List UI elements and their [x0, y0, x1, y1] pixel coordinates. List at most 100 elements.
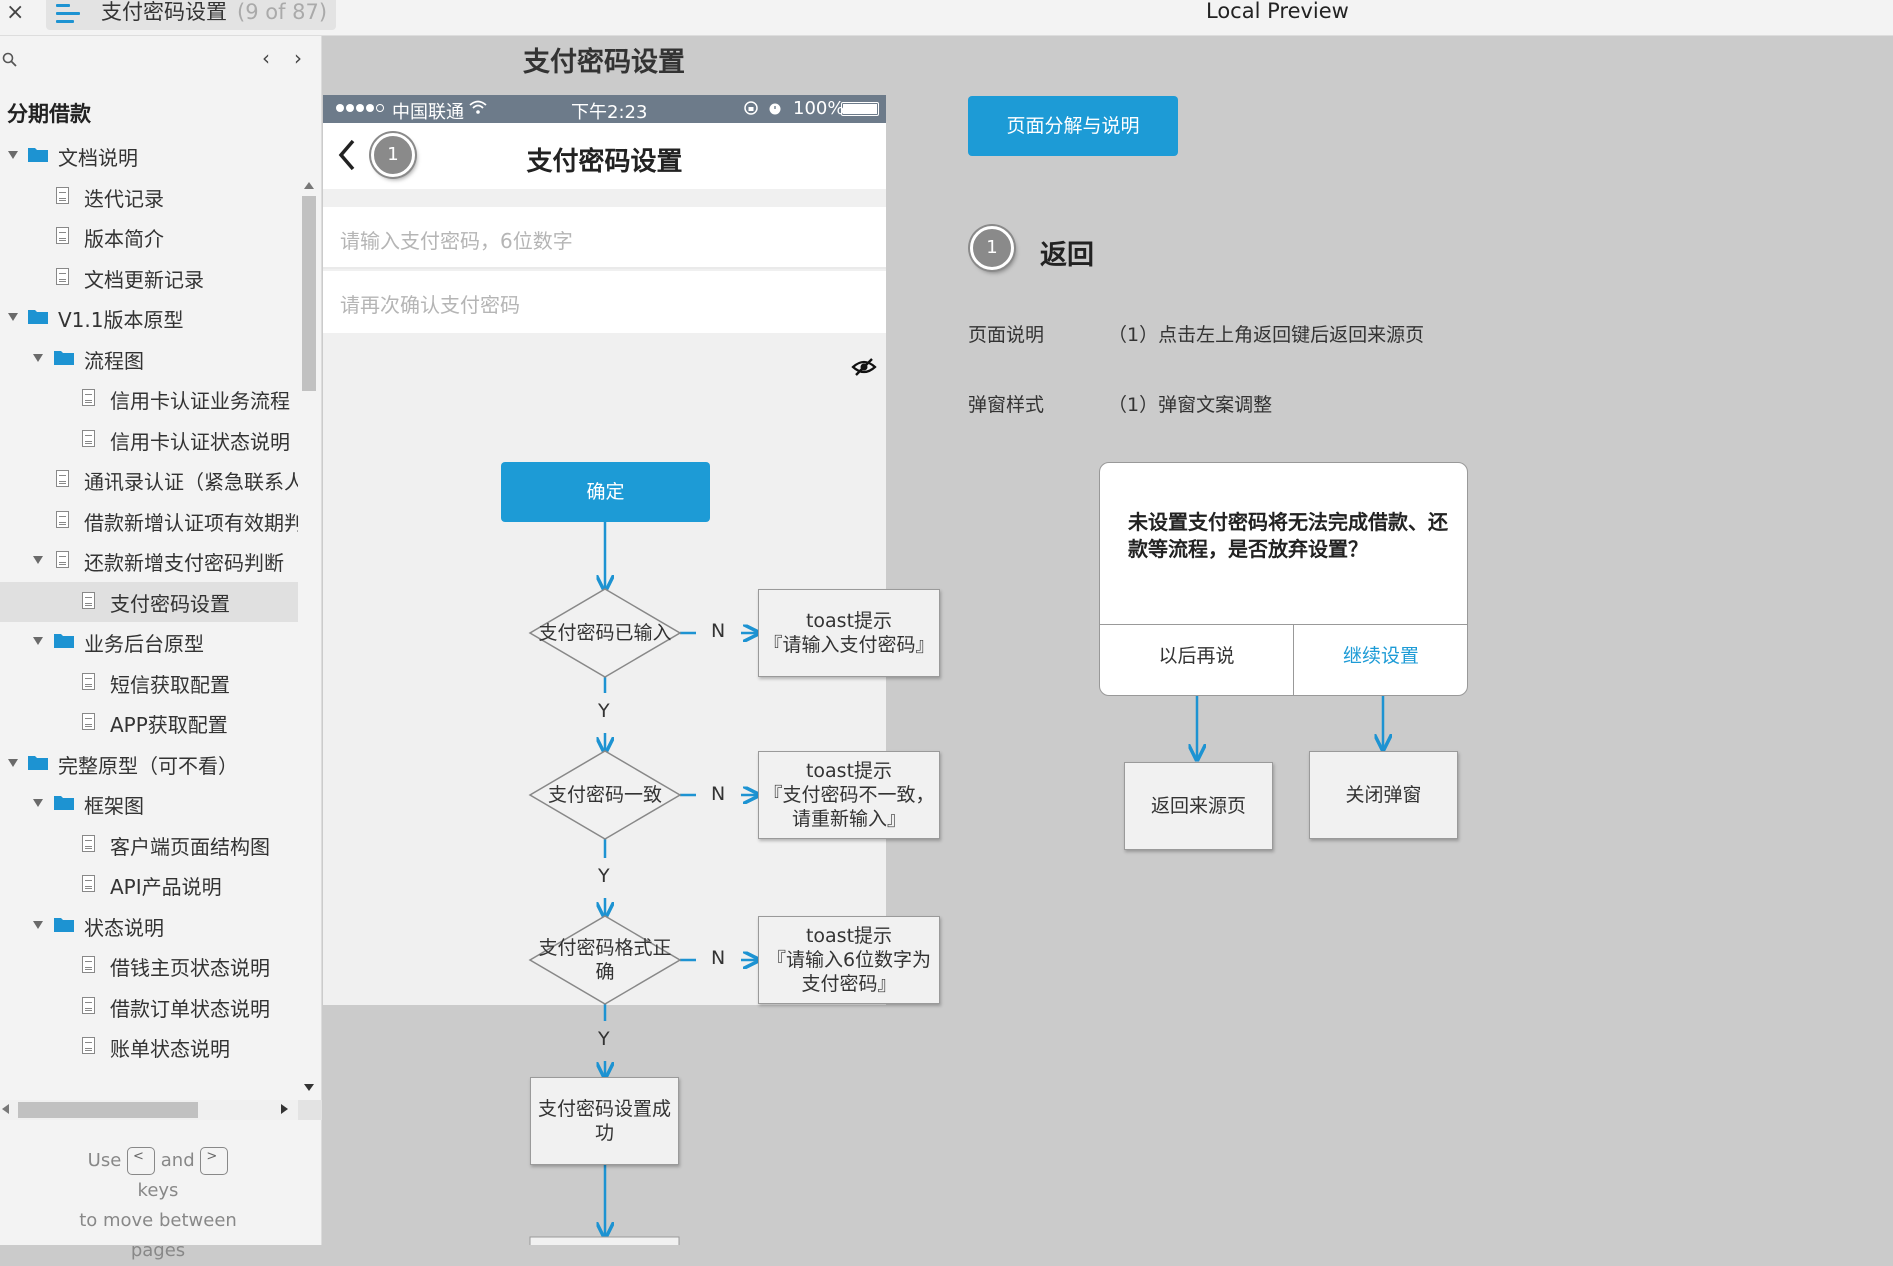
sidebar-item[interactable]: 信用卡认证状态说明 [0, 420, 298, 460]
scroll-right-arrow-icon[interactable] [281, 1104, 288, 1114]
horizontal-scroll-thumb[interactable] [18, 1102, 198, 1118]
sidebar-item[interactable]: 通讯录认证（紧急联系人 [0, 460, 298, 500]
sidebar-item[interactable]: 状态说明 [0, 906, 298, 946]
page-tree: 文档说明 迭代记录 版本简介 文档更新记录 V1.1版本原型 流程图信用卡认证业务流程信用… [0, 136, 298, 1096]
sidebar-item-label: 通讯录认证（紧急联系人 [84, 470, 298, 494]
return-source-box: 返回来源页 [1124, 762, 1273, 850]
scroll-left-arrow-icon[interactable] [2, 1104, 9, 1114]
decision-1-label: 支付密码已输入 [538, 622, 672, 644]
expand-caret-icon[interactable] [8, 151, 18, 159]
sidebar-item[interactable]: API产品说明 [0, 865, 298, 905]
sidebar-item[interactable]: 文档更新记录 [0, 258, 298, 298]
password-confirm-input[interactable]: 请再次确认支付密码 [323, 271, 886, 333]
no-label-3: N [711, 947, 726, 969]
success-line2: 功 [594, 1122, 614, 1144]
yes-label-3: Y [598, 1028, 610, 1050]
page-icon [56, 551, 69, 568]
sidebar-item-label: API产品说明 [110, 875, 222, 899]
expand-caret-icon[interactable] [33, 637, 43, 645]
sidebar-item[interactable]: 借款新增认证项有效期判断 [0, 501, 298, 541]
password-input[interactable]: 请输入支付密码，6位数字 [323, 207, 886, 269]
scroll-thumb[interactable] [302, 196, 316, 391]
search-icon[interactable] [2, 52, 18, 68]
nav-title: 支付密码设置 [526, 147, 683, 177]
sidebar-item-label: 状态说明 [84, 915, 164, 940]
sidebar-item[interactable]: 迭代记录 [0, 177, 298, 217]
next-key-icon: > [200, 1147, 229, 1175]
folder-icon [54, 634, 74, 648]
page-icon [82, 996, 95, 1014]
sidebar-item[interactable]: 短信获取配置 [0, 663, 298, 703]
decision-2-label: 支付密码一致 [547, 784, 662, 806]
later-button[interactable]: 以后再说 [1100, 641, 1293, 668]
navigation-bar: 1 支付密码设置 [323, 123, 886, 189]
sidebar-item[interactable]: APP获取配置 [0, 703, 298, 743]
folder-icon [28, 148, 48, 162]
sidebar-item[interactable]: 信用卡认证业务流程 [0, 379, 298, 419]
scroll-down-arrow-icon[interactable] [304, 1084, 314, 1091]
menu-icon[interactable] [56, 4, 84, 24]
toast-2-line1: toast提示 [805, 760, 893, 782]
sidebar-item-label: 框架图 [84, 794, 144, 818]
folder-icon [54, 917, 74, 932]
sidebar-heading: 分期借款 [7, 102, 91, 126]
sidebar-item[interactable]: 完整原型（可不看） [0, 744, 298, 784]
previous-page-button[interactable]: ‹ [262, 48, 270, 68]
toast-box-3: toast提示 『请输入6位数字为 支付密码』 [758, 916, 940, 1004]
page-count: (9 of 87) [237, 0, 328, 24]
page-icon [82, 713, 95, 730]
toast-3-line1: toast提示 [805, 925, 893, 947]
decision-3-line1: 支付密码格式正 [538, 937, 672, 959]
sidebar: ‹ › 分期借款 文档说明 迭代记录 版本简介 文档更新记录 V1.1版本原型 流程图信用… [0, 36, 322, 1261]
sidebar-item[interactable]: 还款新增支付密码判断 [0, 541, 298, 581]
help-use: Use [87, 1150, 122, 1171]
alarm-icon [769, 103, 781, 115]
sidebar-item-label: 信用卡认证业务流程 [110, 389, 290, 413]
sidebar-item[interactable]: 支付密码设置 [0, 581, 298, 622]
sidebar-item[interactable]: 借款订单状态说明 [0, 987, 298, 1027]
help-and: and [160, 1150, 195, 1171]
page-icon [82, 672, 95, 690]
scroll-up-arrow-icon[interactable] [304, 182, 314, 189]
desc-label-page: 页面说明 [968, 324, 1045, 346]
sidebar-item[interactable]: V1.1版本原型 [0, 298, 298, 338]
confirm-button[interactable]: 确定 [501, 462, 710, 522]
sidebar-item[interactable]: 框架图 [0, 784, 298, 824]
sidebar-item[interactable]: 账单状态说明 [0, 1027, 298, 1067]
expand-caret-icon[interactable] [8, 758, 18, 767]
page-icon [56, 470, 69, 487]
sidebar-item[interactable]: 流程图 [0, 339, 298, 379]
sidebar-item-label: 还款新增支付密码判断 [84, 551, 284, 575]
folder-icon [54, 796, 74, 810]
tree-horizontal-scrollbar[interactable] [0, 1100, 322, 1120]
close-icon[interactable]: × [6, 2, 24, 24]
expand-caret-icon[interactable] [33, 353, 43, 362]
continue-setting-button[interactable]: 继续设置 [1293, 641, 1467, 668]
sidebar-item[interactable]: 文档说明 [0, 136, 298, 176]
sidebar-item[interactable]: 借钱主页状态说明 [0, 946, 298, 986]
page-breakdown-button[interactable]: 页面分解与说明 [968, 96, 1178, 156]
toast-2-line2: 『支付密码不一致， [763, 784, 935, 806]
expand-caret-icon[interactable] [33, 920, 43, 929]
tree-vertical-scrollbar[interactable] [298, 136, 320, 1096]
eye-hidden-icon[interactable] [851, 357, 877, 377]
next-page-button[interactable]: › [294, 48, 302, 68]
expand-caret-icon[interactable] [8, 313, 18, 321]
sidebar-item-label: 短信获取配置 [110, 672, 230, 697]
sidebar-item[interactable]: 版本简介 [0, 217, 298, 257]
expand-caret-icon[interactable] [33, 799, 43, 807]
top-bar: × 支付密码设置 (9 of 87) Local Preview [0, 0, 1893, 36]
document-title-text: 支付密码设置 [101, 0, 227, 24]
folder-icon [28, 755, 48, 770]
no-label-2: N [711, 783, 726, 805]
page-icon [82, 429, 95, 447]
sidebar-item-label: 借款新增认证项有效期判断 [84, 510, 298, 535]
rotation-lock-icon [744, 101, 758, 115]
wifi-icon [469, 100, 487, 114]
sidebar-item[interactable]: 客户端页面结构图 [0, 825, 298, 865]
dialog-divider [1100, 624, 1467, 625]
sidebar-item[interactable]: 业务后台原型 [0, 622, 298, 662]
expand-caret-icon[interactable] [33, 556, 43, 564]
sidebar-item-label: 完整原型（可不看） [58, 753, 238, 778]
toast-3-line2: 『请输入6位数字为 [766, 949, 932, 971]
